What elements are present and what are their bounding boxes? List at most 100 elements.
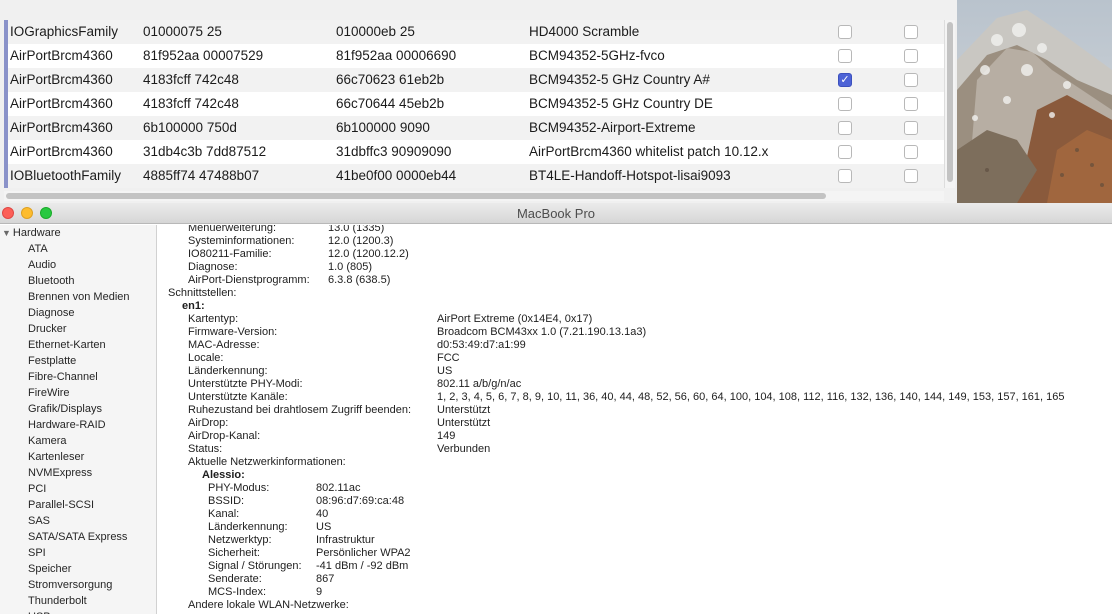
sidebar-item-drucker[interactable]: Drucker bbox=[28, 323, 67, 335]
detail-label: BSSID: bbox=[208, 495, 245, 507]
row-checkbox-disabled[interactable] bbox=[838, 121, 852, 135]
patch-table-vertical-scrollbar[interactable] bbox=[944, 20, 955, 188]
system-information-window: MacBook Pro ▼ Hardware ATA Audio Bluetooth B… bbox=[0, 203, 1112, 614]
detail-value: 802.11 a/b/g/n/ac bbox=[437, 378, 522, 390]
row-checkbox-disabled[interactable] bbox=[838, 25, 852, 39]
detail-label: Locale: bbox=[188, 352, 224, 364]
sidebar-item-ethernet-karten[interactable]: Ethernet-Karten bbox=[28, 339, 106, 351]
row-selection-bar bbox=[4, 44, 8, 68]
sidebar-item-grafik-displays[interactable]: Grafik/Displays bbox=[28, 403, 102, 415]
sidebar-item-spi[interactable]: SPI bbox=[28, 547, 46, 559]
detail-value: 802.11ac bbox=[316, 482, 361, 494]
detail-label: MAC-Adresse: bbox=[188, 339, 260, 351]
detail-label: Länderkennung: bbox=[208, 521, 288, 533]
detail-value: AirPort Extreme (0x14E4, 0x17) bbox=[437, 313, 593, 325]
cell-replace: 66c70644 45eb2b bbox=[336, 96, 445, 111]
sidebar-item-fibre-channel[interactable]: Fibre-Channel bbox=[28, 371, 98, 383]
sidebar-item-audio[interactable]: Audio bbox=[28, 259, 56, 271]
sidebar-item-stromversorgung[interactable]: Stromversorgung bbox=[28, 579, 112, 591]
sidebar-item-diagnose[interactable]: Diagnose bbox=[28, 307, 74, 319]
row-checkbox-secondary[interactable] bbox=[904, 121, 918, 135]
table-row[interactable]: AirPortBrcm4360 4183fcff 742c48 66c70644 4… bbox=[4, 92, 944, 116]
sidebar-item-speicher[interactable]: Speicher bbox=[28, 563, 71, 575]
detail-value: 9 bbox=[316, 586, 323, 598]
row-checkbox-secondary[interactable] bbox=[904, 97, 918, 111]
detail-value: 1.0 (805) bbox=[328, 261, 373, 273]
sidebar-item-thunderbolt[interactable]: Thunderbolt bbox=[28, 595, 87, 607]
table-row[interactable]: AirPortBrcm4360 81f952aa 00007529 81f952aa… bbox=[4, 44, 944, 68]
sidebar-item-firewire[interactable]: FireWire bbox=[28, 387, 70, 399]
sidebar-item-festplatte[interactable]: Festplatte bbox=[28, 355, 76, 367]
row-checkbox-disabled[interactable] bbox=[838, 145, 852, 159]
detail-label: Systeminformationen: bbox=[188, 235, 295, 247]
row-checkbox-disabled[interactable] bbox=[838, 97, 852, 111]
sidebar-item-ata[interactable]: ATA bbox=[28, 243, 48, 255]
detail-value: Unterstützt bbox=[437, 404, 491, 416]
sidebar-item-nvmexpress[interactable]: NVMExpress bbox=[28, 467, 92, 479]
sidebar-item-bluetooth[interactable]: Bluetooth bbox=[28, 275, 74, 287]
row-checkbox-secondary[interactable] bbox=[904, 73, 918, 87]
sidebar-item-hardware-raid[interactable]: Hardware-RAID bbox=[28, 419, 106, 431]
row-checkbox-disabled[interactable] bbox=[838, 49, 852, 63]
section-heading: Aktuelle Netzwerkinformationen: bbox=[188, 456, 346, 468]
vertical-scroll-thumb[interactable] bbox=[947, 22, 953, 182]
sidebar-item-kartenleser[interactable]: Kartenleser bbox=[28, 451, 84, 463]
row-checkbox-secondary[interactable] bbox=[904, 145, 918, 159]
sidebar-item-kamera[interactable]: Kamera bbox=[28, 435, 67, 447]
horizontal-scroll-thumb[interactable] bbox=[6, 193, 826, 199]
detail-value: 12.0 (1200.12.2) bbox=[328, 248, 409, 260]
hardware-sidebar: ▼ Hardware ATA Audio Bluetooth Brennen von M… bbox=[0, 225, 157, 614]
detail-label: Kartentyp: bbox=[188, 313, 239, 325]
cell-find: 4183fcff 742c48 bbox=[143, 72, 239, 87]
cell-replace: 81f952aa 00006690 bbox=[336, 48, 457, 63]
window-titlebar[interactable]: MacBook Pro bbox=[0, 203, 1112, 224]
cell-replace: 66c70623 61eb2b bbox=[336, 72, 445, 87]
detail-label: Ruhezustand bei drahtlosem Zugriff beend… bbox=[188, 404, 411, 416]
kext-patch-table: IOGraphicsFamily 01000075 25 010000eb 25 HD… bbox=[4, 20, 944, 188]
disclosure-triangle-icon[interactable]: ▼ bbox=[2, 228, 11, 238]
kext-patch-table-frame: IOGraphicsFamily 01000075 25 010000eb 25 HD… bbox=[0, 0, 957, 203]
patch-table-horizontal-scrollbar[interactable] bbox=[4, 191, 944, 201]
sidebar-item-pci[interactable]: PCI bbox=[28, 483, 46, 495]
sidebar-item-sas[interactable]: SAS bbox=[28, 515, 50, 527]
table-row[interactable]: AirPortBrcm4360 4183fcff 742c48 66c70623 6… bbox=[4, 68, 944, 92]
cell-kext-name: IOBluetoothFamily bbox=[10, 168, 122, 183]
detail-label: Menüerweiterung: bbox=[188, 225, 277, 234]
sidebar-item-sata-sata-express[interactable]: SATA/SATA Express bbox=[28, 531, 127, 543]
row-selection-bar bbox=[4, 20, 8, 44]
table-row[interactable]: AirPortBrcm4360 6b100000 750d 6b100000 909… bbox=[4, 116, 944, 140]
row-checkbox-disabled[interactable] bbox=[838, 169, 852, 183]
detail-label: Kanal: bbox=[208, 508, 240, 520]
cell-replace: 010000eb 25 bbox=[336, 24, 415, 39]
cell-find: 6b100000 750d bbox=[143, 120, 237, 135]
sidebar-item-brennen-von-medien[interactable]: Brennen von Medien bbox=[28, 291, 130, 303]
cell-find: 01000075 25 bbox=[143, 24, 222, 39]
sidebar-section-hardware[interactable]: ▼ Hardware bbox=[2, 227, 61, 239]
row-checkbox-disabled[interactable]: ✓ bbox=[838, 73, 852, 87]
table-row[interactable]: IOGraphicsFamily 01000075 25 010000eb 25 HD… bbox=[4, 20, 944, 44]
row-selection-bar bbox=[4, 68, 8, 92]
row-checkbox-secondary[interactable] bbox=[904, 169, 918, 183]
row-checkbox-secondary[interactable] bbox=[904, 49, 918, 63]
cell-replace: 41be0f00 0000eb44 bbox=[336, 168, 457, 183]
cell-comment: BT4LE-Handoff-Hotspot-lisai9093 bbox=[529, 168, 731, 183]
detail-value: 13.0 (1335) bbox=[328, 225, 385, 234]
cell-comment: AirPortBrcm4360 whitelist patch 10.12.x bbox=[529, 144, 769, 159]
detail-value: 08:96:d7:69:ca:48 bbox=[316, 495, 405, 507]
row-selection-bar bbox=[4, 116, 8, 140]
cell-replace: 31dbffc3 90909090 bbox=[336, 144, 452, 159]
detail-pane: Menüerweiterung: 13.0 (1335) Systeminforma… bbox=[158, 225, 1112, 614]
table-row[interactable]: IOBluetoothFamily 4885ff74 47488b07 41be0f… bbox=[4, 164, 944, 188]
detail-value: d0:53:49:d7:a1:99 bbox=[437, 339, 526, 351]
cell-comment: BCM94352-5 GHz Country DE bbox=[529, 96, 713, 111]
cell-kext-name: IOGraphicsFamily bbox=[10, 24, 119, 39]
cell-find: 4885ff74 47488b07 bbox=[143, 168, 260, 183]
mountain-image bbox=[957, 0, 1112, 203]
cell-find: 81f952aa 00007529 bbox=[143, 48, 264, 63]
detail-value: US bbox=[437, 365, 453, 377]
row-checkbox-secondary[interactable] bbox=[904, 25, 918, 39]
detail-label: Diagnose: bbox=[188, 261, 238, 273]
sidebar-item-parallel-scsi[interactable]: Parallel-SCSI bbox=[28, 499, 94, 511]
detail-value: 12.0 (1200.3) bbox=[328, 235, 394, 247]
table-row[interactable]: AirPortBrcm4360 31db4c3b 7dd87512 31dbffc3… bbox=[4, 140, 944, 164]
